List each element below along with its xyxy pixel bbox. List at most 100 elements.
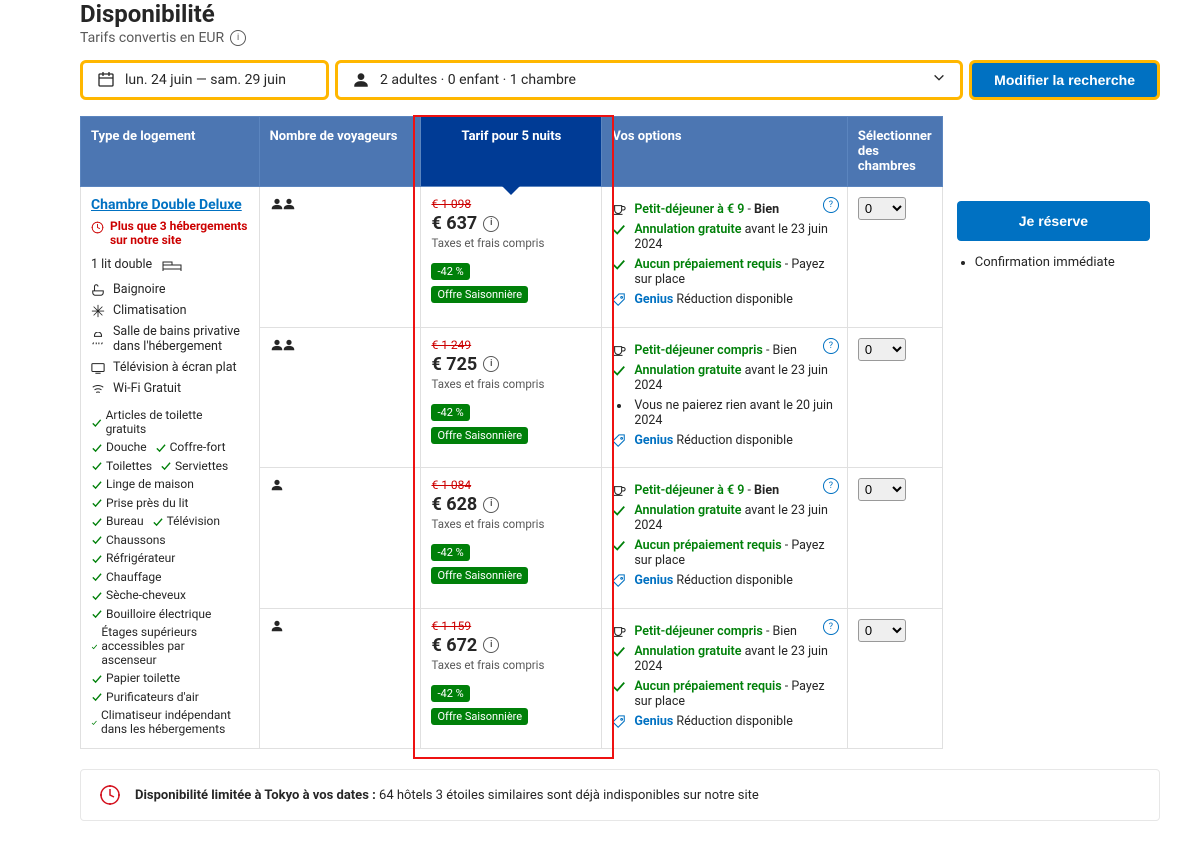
occupancy-cell [259, 327, 421, 468]
occupancy-icons [270, 622, 282, 637]
facility-item: Baignoire [91, 282, 249, 297]
reserve-button[interactable]: Je réserve [957, 201, 1150, 241]
options-cell: ? Petit-déjeuner à € 9 - Bien Annulation … [602, 187, 848, 328]
amenity-item: Purificateurs d'air [91, 690, 199, 704]
amenity-item: Coffre-fort [155, 440, 226, 454]
option-line: Petit-déjeuner à € 9 - Bien [612, 483, 837, 498]
alarm-icon [99, 784, 121, 806]
facility-item: Wi-Fi Gratuit [91, 381, 249, 396]
occupancy-cell [259, 468, 421, 609]
confirmation-text: Confirmation immédiate [975, 255, 1150, 270]
col-options: Vos options [602, 117, 848, 187]
options-help-icon[interactable]: ? [823, 619, 839, 635]
bed-config: 1 lit double [91, 257, 249, 272]
facility-item: Salle de bains privative dans l'hébergem… [91, 324, 249, 354]
select-cell: 0 [847, 608, 942, 749]
occupancy-icons [270, 200, 294, 215]
chevron-down-icon [932, 71, 946, 89]
search-bar: lun. 24 juin — sam. 29 juin 2 adultes · … [80, 60, 1160, 100]
room-name-link[interactable]: Chambre Double Deluxe [91, 197, 249, 213]
room-count-select[interactable]: 0 [858, 619, 906, 642]
modify-search-button[interactable]: Modifier la recherche [969, 60, 1160, 100]
option-line: Genius Réduction disponible [612, 573, 837, 588]
rate-row: Chambre Double Deluxe Plus que 3 héberge… [81, 187, 1161, 328]
select-cell: 0 [847, 187, 942, 328]
facility-item: Télévision à écran plat [91, 360, 249, 375]
scarcity-text: Plus que 3 hébergements sur notre site [91, 219, 249, 247]
col-select: Sélectionner des chambres [847, 117, 942, 187]
amenity-item: Papier toilette [91, 671, 180, 685]
option-line: Annulation gratuite avant le 23 juin 202… [612, 503, 837, 533]
deal-badge: Offre Saisonnière [431, 567, 528, 584]
facility-item: Climatisation [91, 303, 249, 318]
subtitle: Tarifs convertis en EUR i [80, 30, 1160, 46]
amenity-item: Bureau [91, 514, 144, 528]
options-help-icon[interactable]: ? [823, 338, 839, 354]
occupancy-icons [270, 481, 282, 496]
amenity-item: Articles de toilette gratuits [91, 408, 241, 436]
deal-badge: Offre Saisonnière [431, 708, 528, 725]
person-icon [352, 71, 370, 89]
col-type: Type de logement [81, 117, 260, 187]
options-help-icon[interactable]: ? [823, 478, 839, 494]
deal-badge: Offre Saisonnière [431, 427, 528, 444]
discount-badge: -42 % [431, 404, 469, 421]
amenity-item: Réfrigérateur [91, 551, 175, 565]
col-occupancy: Nombre de voyageurs [259, 117, 421, 187]
option-line: Petit-déjeuner à € 9 - Bien [612, 202, 837, 217]
info-icon[interactable]: i [230, 30, 246, 46]
amenity-item: Étages supérieurs accessibles par ascens… [91, 625, 241, 667]
amenity-item: Linge de maison [91, 477, 194, 491]
price-cell: € 1 249 € 725 i Taxes et frais compris -… [421, 327, 602, 468]
option-line: Annulation gratuite avant le 23 juin 202… [612, 644, 837, 674]
select-cell: 0 [847, 468, 942, 609]
price-info-icon[interactable]: i [483, 497, 499, 513]
occupancy-icons [270, 341, 294, 356]
price-cell: € 1 098 € 637 i Taxes et frais compris -… [421, 187, 602, 328]
amenity-item: Douche [91, 440, 147, 454]
amenity-item: Télévision [152, 514, 220, 528]
discount-badge: -42 % [431, 263, 469, 280]
calendar-icon [97, 71, 115, 89]
amenity-item: Chaussons [91, 533, 166, 547]
amenity-item: Serviettes [160, 459, 228, 473]
option-line: Genius Réduction disponible [612, 292, 837, 307]
select-cell: 0 [847, 327, 942, 468]
option-line: Aucun prépaiement requis - Payez sur pla… [612, 679, 837, 709]
price-info-icon[interactable]: i [483, 216, 499, 232]
option-line: Genius Réduction disponible [612, 714, 837, 729]
options-cell: ? Petit-déjeuner compris - Bien Annulatio… [602, 608, 848, 749]
occupancy-cell [259, 187, 421, 328]
option-line: Annulation gratuite avant le 23 juin 202… [612, 363, 837, 393]
reserve-cell: Je réserve Confirmation immédiate [942, 187, 1160, 749]
amenity-item: Sèche-cheveux [91, 588, 186, 602]
options-help-icon[interactable]: ? [823, 197, 839, 213]
amenity-item: Bouilloire électrique [91, 607, 211, 621]
scarcity-alert: Disponibilité limitée à Tokyo à vos date… [80, 769, 1160, 821]
options-cell: ? Petit-déjeuner compris - Bien Annulatio… [602, 327, 848, 468]
price-info-icon[interactable]: i [483, 356, 499, 372]
room-type-cell: Chambre Double Deluxe Plus que 3 héberge… [81, 187, 260, 749]
option-line: Petit-déjeuner compris - Bien [612, 343, 837, 358]
room-count-select[interactable]: 0 [858, 478, 906, 501]
price-cell: € 1 084 € 628 i Taxes et frais compris -… [421, 468, 602, 609]
amenity-item: Climatiseur indépendant dans les héberge… [91, 708, 241, 736]
option-line: Annulation gratuite avant le 23 juin 202… [612, 222, 837, 252]
availability-table: Type de logement Nombre de voyageurs Tar… [80, 116, 1160, 749]
room-count-select[interactable]: 0 [858, 338, 906, 361]
option-line: Genius Réduction disponible [612, 433, 837, 448]
price-info-icon[interactable]: i [483, 637, 499, 653]
option-line: Petit-déjeuner compris - Bien [612, 624, 837, 639]
option-line: Aucun prépaiement requis - Payez sur pla… [612, 538, 837, 568]
option-line: Aucun prépaiement requis - Payez sur pla… [612, 257, 837, 287]
room-count-select[interactable]: 0 [858, 197, 906, 220]
deal-badge: Offre Saisonnière [431, 286, 528, 303]
amenity-item: Chauffage [91, 570, 162, 584]
amenity-item: Prise près du lit [91, 496, 188, 510]
date-picker[interactable]: lun. 24 juin — sam. 29 juin [80, 60, 329, 100]
price-cell: € 1 159 € 672 i Taxes et frais compris -… [421, 608, 602, 749]
guests-picker[interactable]: 2 adultes · 0 enfant · 1 chambre [335, 60, 963, 100]
col-price: Tarif pour 5 nuits [421, 117, 602, 187]
option-line: Vous ne paierez rien avant le 20 juin 20… [612, 398, 837, 428]
page-title: Disponibilité [80, 0, 1160, 28]
